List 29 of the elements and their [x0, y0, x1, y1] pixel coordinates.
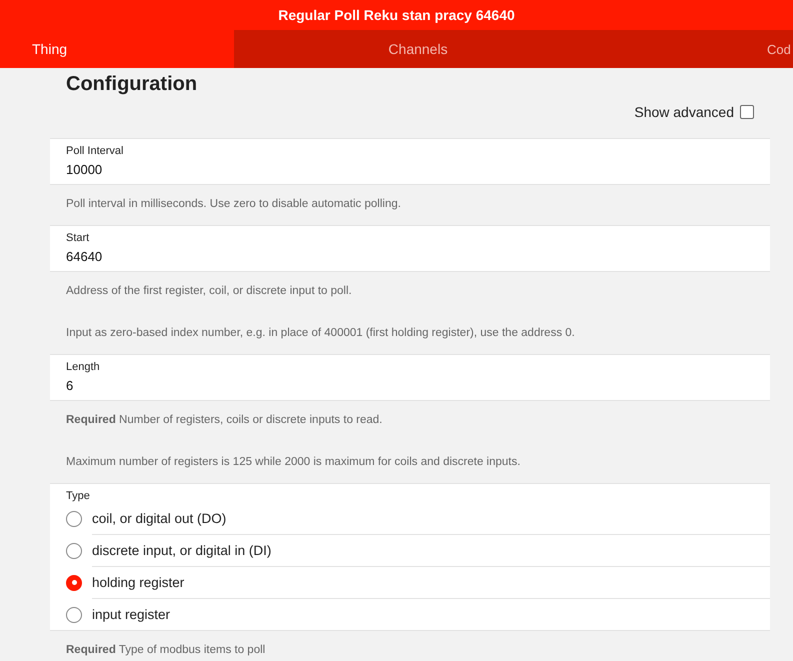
- field-label: Start: [66, 232, 90, 245]
- field-description: Required Type of modbus items to poll: [66, 643, 266, 657]
- field-description: Address of the first register, coil, or discrete input to poll.: [66, 284, 353, 298]
- radio-button[interactable]: [66, 542, 82, 558]
- field-label: Length: [66, 361, 100, 374]
- radio-label[interactable]: coil, or digital out (DO): [92, 511, 226, 526]
- input-field[interactable]: 64640: [66, 248, 746, 266]
- radio-label[interactable]: discrete input, or digital in (DI): [92, 543, 272, 558]
- field-description: Maximum number of registers is 125 while 2000 is maximum for coils and discrete inputs.: [66, 455, 522, 469]
- input-field[interactable]: 6: [66, 377, 746, 395]
- radio-button[interactable]: [66, 606, 82, 622]
- show-advanced-checkbox[interactable]: [740, 105, 754, 119]
- input-field[interactable]: 10000: [66, 161, 746, 179]
- tab[interactable]: Thing: [0, 30, 234, 68]
- radio-label[interactable]: input register: [92, 607, 170, 622]
- field-label: Poll Interval: [66, 145, 124, 158]
- text-field[interactable]: Start 64640: [50, 225, 770, 272]
- radio-button[interactable]: [66, 574, 82, 590]
- radio-button[interactable]: [66, 510, 82, 526]
- field-description: Input as zero-based index number, e.g. in place of 400001 (first holding register), use the address 0.: [66, 326, 576, 340]
- field-description: Poll interval in milliseconds. Use zero to disable automatic polling.: [66, 197, 402, 211]
- field-label: Type: [66, 490, 90, 503]
- text-field[interactable]: Length 6: [50, 354, 770, 401]
- show-advanced-label: Show advanced: [634, 104, 734, 120]
- field-description: Required Number of registers, coils or discrete inputs to read.: [66, 413, 384, 427]
- section-title: Configuration: [65, 72, 198, 96]
- text-field[interactable]: Poll Interval 10000: [50, 138, 770, 185]
- page-title: Regular Poll Reku stan pracy 64640: [278, 7, 515, 23]
- radio-label[interactable]: holding register: [92, 575, 184, 590]
